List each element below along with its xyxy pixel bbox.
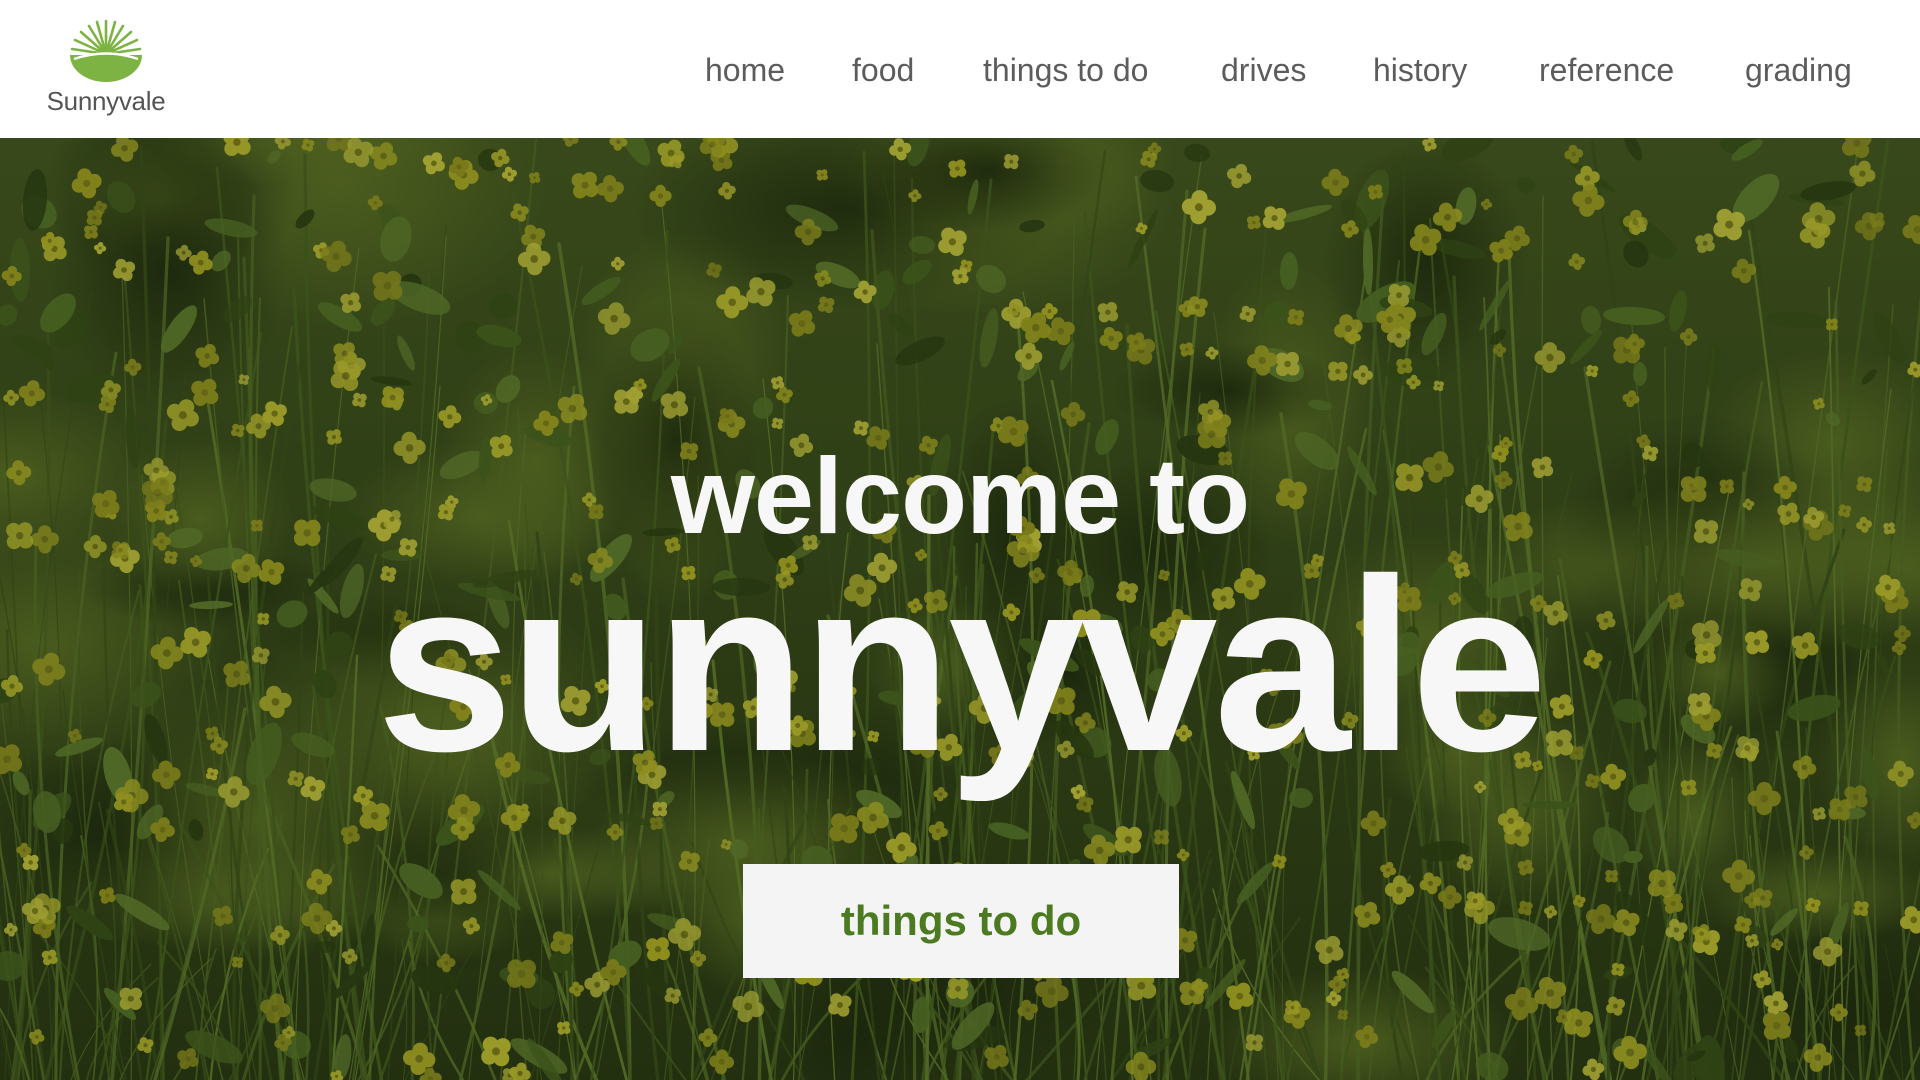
main-nav: home food things to do drives history re… [0,48,1920,92]
top-header: Sunnyvale home food things to do drives … [0,0,1920,138]
nav-reference[interactable]: reference [1539,48,1674,92]
hero-section: welcome to sunnyvale things to do [0,138,1920,1080]
things-to-do-button[interactable]: things to do [743,864,1179,978]
nav-things-to-do[interactable]: things to do [983,48,1148,92]
nav-home[interactable]: home [705,48,785,92]
nav-food[interactable]: food [852,48,914,92]
nav-drives[interactable]: drives [1221,48,1306,92]
nav-grading[interactable]: grading [1745,48,1852,92]
hero-title: sunnyvale [376,528,1547,803]
nav-history[interactable]: history [1373,48,1467,92]
